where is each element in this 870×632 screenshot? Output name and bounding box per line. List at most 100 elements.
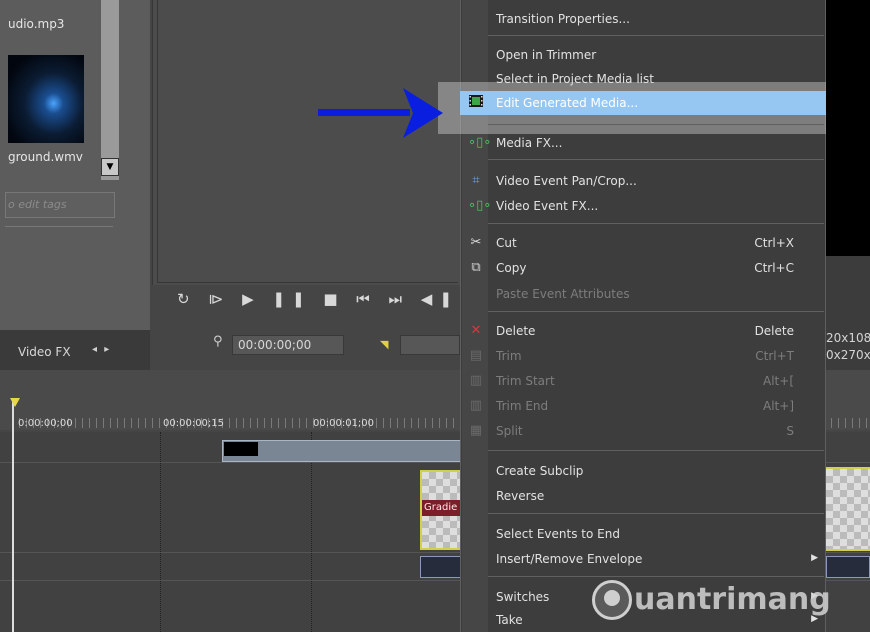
trim-end-icon: ▥ <box>469 398 483 413</box>
menu-item-trim-end[interactable]: ▥ Trim End Alt+] <box>460 394 826 418</box>
project-media-pane <box>0 0 150 330</box>
grid-line <box>311 432 312 632</box>
tab-scroll-arrows-icon[interactable]: ◂ ▸ <box>92 344 111 355</box>
audio-clip[interactable] <box>420 556 462 578</box>
menu-item-shortcut: Ctrl+X <box>754 236 794 250</box>
menu-separator <box>488 576 824 577</box>
menu-item-video-event-pan-crop[interactable]: ⌗ Video Event Pan/Crop... <box>460 169 826 193</box>
scissors-icon: ✂ <box>470 235 482 250</box>
menu-separator <box>488 513 824 514</box>
menu-separator <box>488 223 824 224</box>
menu-item-shortcut: Alt+[ <box>763 374 794 388</box>
menu-item-label: Video Event Pan/Crop... <box>496 174 637 188</box>
menu-item-trim[interactable]: ▤ Trim Ctrl+T <box>460 344 826 368</box>
resolution-text: 20x108 <box>826 331 870 345</box>
menu-item-edit-generated-media[interactable]: Edit Generated Media... <box>460 91 826 115</box>
split-icon: ▦ <box>469 423 483 438</box>
watermark-logo-inner <box>604 590 620 606</box>
crop-icon: ⌗ <box>472 173 480 188</box>
marker-icon[interactable]: ◥ <box>380 338 388 351</box>
menu-item-shortcut: Alt+] <box>763 399 794 413</box>
fx-plugin-icon: ∘▯∘ <box>468 198 492 213</box>
menu-item-label: Select in Project Media list <box>496 72 654 86</box>
resolution-text-2: 0x270x <box>826 348 870 362</box>
menu-item-label: Insert/Remove Envelope <box>496 552 643 566</box>
menu-item-delete[interactable]: ✕ Delete Delete <box>460 319 826 343</box>
copy-icon: ⧉ <box>471 260 481 275</box>
scroll-down-icon[interactable]: ▼ <box>101 158 119 176</box>
menu-item-label: Split <box>496 424 523 438</box>
film-icon <box>468 95 484 111</box>
menu-item-split[interactable]: ▦ Split S <box>460 419 826 443</box>
external-preview <box>826 0 870 256</box>
audio-clip-right[interactable] <box>826 556 870 578</box>
menu-item-label: Media FX... <box>496 136 563 150</box>
menu-item-trim-start[interactable]: ▥ Trim Start Alt+[ <box>460 369 826 393</box>
menu-item-select-events-to-end[interactable]: Select Events to End <box>460 522 826 546</box>
media-file-video[interactable]: ground.wmv <box>8 150 83 164</box>
transport-controls[interactable]: ↻ ⧐ ▶ ❚❚ ■ ⏮ ⏭ ◀❚ ❚▶ <box>177 290 509 308</box>
menu-item-shortcut: Delete <box>754 324 794 338</box>
menu-item-shortcut: S <box>786 424 794 438</box>
ruler-label: 00:00:00;15 <box>163 418 225 429</box>
menu-item-create-subclip[interactable]: Create Subclip <box>460 459 826 483</box>
tags-placeholder: o edit tags <box>8 198 67 211</box>
menu-item-label: Reverse <box>496 489 545 503</box>
menu-item-label: Trim Start <box>496 374 555 388</box>
menu-separator <box>488 124 824 125</box>
menu-item-label: Video Event FX... <box>496 199 599 213</box>
menu-item-label: Paste Event Attributes <box>496 287 630 301</box>
menu-item-media-fx[interactable]: ∘▯∘ Media FX... <box>460 131 826 155</box>
menu-item-insert-remove-envelope[interactable]: Insert/Remove Envelope ▶ <box>460 547 826 571</box>
menu-item-open-in-trimmer[interactable]: Open in Trimmer <box>460 43 826 67</box>
tab-video-fx[interactable]: Video FX <box>18 345 71 359</box>
menu-item-paste-event-attributes[interactable]: Paste Event Attributes <box>460 282 826 306</box>
menu-item-label: Trim <box>496 349 522 363</box>
grid-line <box>160 432 161 632</box>
menu-separator <box>488 159 824 160</box>
clip-label: Gradie <box>422 500 460 516</box>
menu-separator <box>488 311 824 312</box>
menu-item-label: Trim End <box>496 399 549 413</box>
ruler-label: 0:00:00;00 <box>18 418 73 429</box>
menu-item-label: Take <box>496 613 523 627</box>
menu-item-label: Open in Trimmer <box>496 48 597 62</box>
menu-item-transition-properties[interactable]: Transition Properties... <box>460 7 826 31</box>
delete-x-icon: ✕ <box>470 323 482 338</box>
pointer-arrow-icon <box>318 88 443 138</box>
trim-start-icon: ▥ <box>469 373 483 388</box>
submenu-arrow-icon: ▶ <box>811 553 818 563</box>
watermark-text: uantrimang <box>634 582 831 617</box>
menu-item-label: Create Subclip <box>496 464 584 478</box>
playhead-marker-icon[interactable] <box>10 398 20 407</box>
timecode-field-2[interactable] <box>400 335 460 355</box>
clip-thumbnail <box>224 442 258 456</box>
menu-item-label: Transition Properties... <box>496 12 630 26</box>
mic-icon: ⚲ <box>213 334 223 349</box>
media-scrollbar[interactable] <box>101 0 119 180</box>
menu-separator <box>488 450 824 451</box>
media-thumbnail[interactable] <box>8 55 84 143</box>
generated-media-clip-right[interactable] <box>826 467 870 551</box>
media-file-audio[interactable]: udio.mp3 <box>8 17 64 31</box>
timeline-clip[interactable] <box>222 440 462 462</box>
fx-plugin-icon: ∘▯∘ <box>468 135 492 150</box>
menu-item-copy[interactable]: ⧉ Copy Ctrl+C <box>460 256 826 280</box>
menu-item-reverse[interactable]: Reverse <box>460 484 826 508</box>
menu-item-shortcut: Ctrl+C <box>754 261 794 275</box>
menu-item-select-in-project-media[interactable]: Select in Project Media list <box>460 67 826 91</box>
playhead[interactable] <box>12 400 14 632</box>
trim-icon: ▤ <box>469 348 483 363</box>
ruler-label: 00:00:01;00 <box>313 418 375 429</box>
menu-item-label: Switches <box>496 590 550 604</box>
menu-item-video-event-fx[interactable]: ∘▯∘ Video Event FX... <box>460 194 826 218</box>
divider <box>5 226 113 227</box>
menu-item-label: Cut <box>496 236 517 250</box>
menu-item-label: Select Events to End <box>496 527 620 541</box>
menu-item-label: Edit Generated Media... <box>496 96 639 110</box>
menu-item-label: Copy <box>496 261 527 275</box>
timecode-value: 00:00:00;00 <box>238 338 312 352</box>
menu-item-label: Delete <box>496 324 536 338</box>
menu-item-cut[interactable]: ✂ Cut Ctrl+X <box>460 231 826 255</box>
menu-separator <box>488 35 824 36</box>
